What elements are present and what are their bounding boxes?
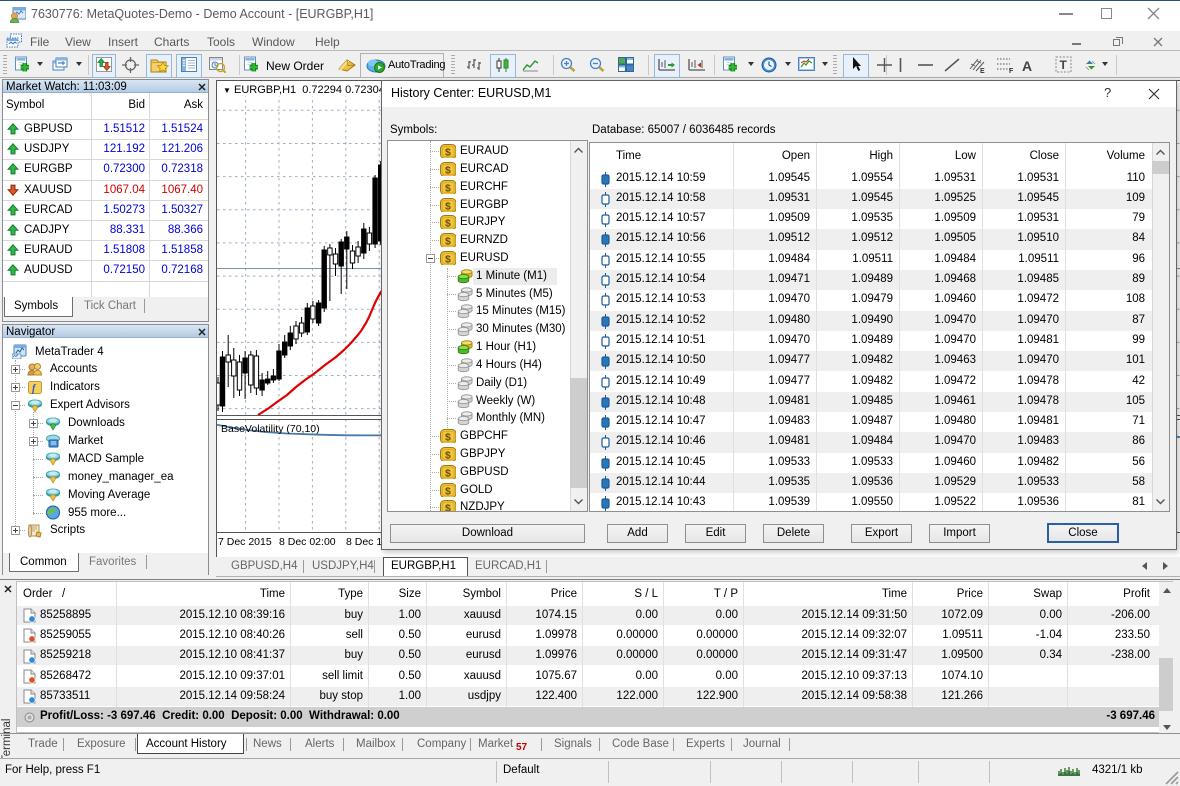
svg-text:$: $ (445, 164, 451, 176)
svg-text:$: $ (445, 200, 451, 212)
svg-text:T: T (1060, 58, 1068, 72)
svg-text:$: $ (445, 485, 451, 497)
svg-text:$: $ (445, 432, 451, 444)
svg-text:$: $ (445, 147, 451, 159)
svg-text:8 Dec 02:00: 8 Dec 02:00 (279, 536, 336, 548)
svg-text:$: $ (445, 449, 451, 461)
svg-text:$: $ (445, 218, 451, 230)
svg-text:F: F (1009, 68, 1014, 74)
svg-text:$: $ (445, 253, 451, 265)
svg-text:$: $ (445, 467, 451, 479)
svg-text:$: $ (445, 236, 451, 248)
svg-text:$: $ (445, 182, 451, 194)
svg-text:BaseVolatility (70,10): BaseVolatility (70,10) (221, 423, 320, 435)
svg-text:E: E (980, 68, 985, 74)
svg-text:$: $ (445, 503, 451, 512)
svg-text:7 Dec 2015: 7 Dec 2015 (218, 536, 272, 548)
